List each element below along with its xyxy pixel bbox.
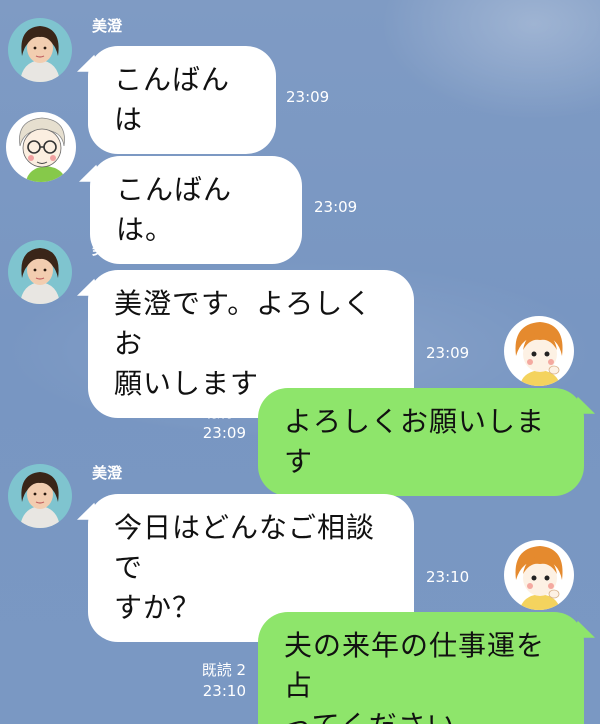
sender-name: パパ bbox=[92, 129, 120, 145]
timestamp: 23:09 bbox=[314, 198, 358, 216]
message-bubble[interactable]: よろしくお願いします bbox=[258, 388, 584, 496]
papa-avatar[interactable] bbox=[6, 112, 76, 182]
read-count: 既読 2 bbox=[201, 403, 246, 421]
background-highlight bbox=[380, 0, 600, 120]
message-text: こんばんは。 bbox=[116, 173, 233, 246]
message-text-line: 美澄です。よろしくお bbox=[114, 287, 373, 360]
me-avatar[interactable] bbox=[504, 316, 574, 386]
timestamp: 23:09 bbox=[202, 424, 246, 442]
me-avatar[interactable] bbox=[504, 540, 574, 610]
woman-photo-icon bbox=[8, 240, 72, 304]
message-text: よろしくお願いします bbox=[284, 405, 546, 478]
message-text-line: 今日はどんなご相談で bbox=[114, 511, 376, 584]
read-receipt: 既読 2 23:09 bbox=[190, 402, 246, 444]
timestamp: 23:09 bbox=[286, 88, 330, 106]
message-bubble[interactable]: 夫の来年の仕事運を占 ってください bbox=[258, 612, 584, 724]
timestamp: 23:10 bbox=[426, 568, 470, 586]
timestamp: 23:10 bbox=[202, 682, 246, 700]
misumi-avatar[interactable] bbox=[8, 464, 72, 528]
man-illustration-icon bbox=[6, 112, 76, 182]
timestamp: 23:09 bbox=[426, 344, 470, 362]
sender-name: 美澄 bbox=[92, 17, 123, 35]
girl-illustration-icon bbox=[504, 540, 574, 610]
woman-photo-icon bbox=[8, 18, 72, 82]
message-text: こんばんは bbox=[114, 63, 231, 136]
girl-illustration-icon bbox=[504, 316, 574, 386]
sender-name: 美澄 bbox=[92, 240, 123, 258]
misumi-avatar[interactable] bbox=[8, 240, 72, 304]
misumi-avatar[interactable] bbox=[8, 18, 72, 82]
woman-photo-icon bbox=[8, 464, 72, 528]
sender-name: 美澄 bbox=[92, 464, 123, 482]
read-count: 既読 2 bbox=[201, 661, 246, 679]
message-text-line: 夫の来年の仕事運を占 bbox=[284, 629, 546, 702]
read-receipt: 既読 2 23:10 bbox=[190, 660, 246, 702]
message-text-line: ってください bbox=[284, 706, 558, 724]
